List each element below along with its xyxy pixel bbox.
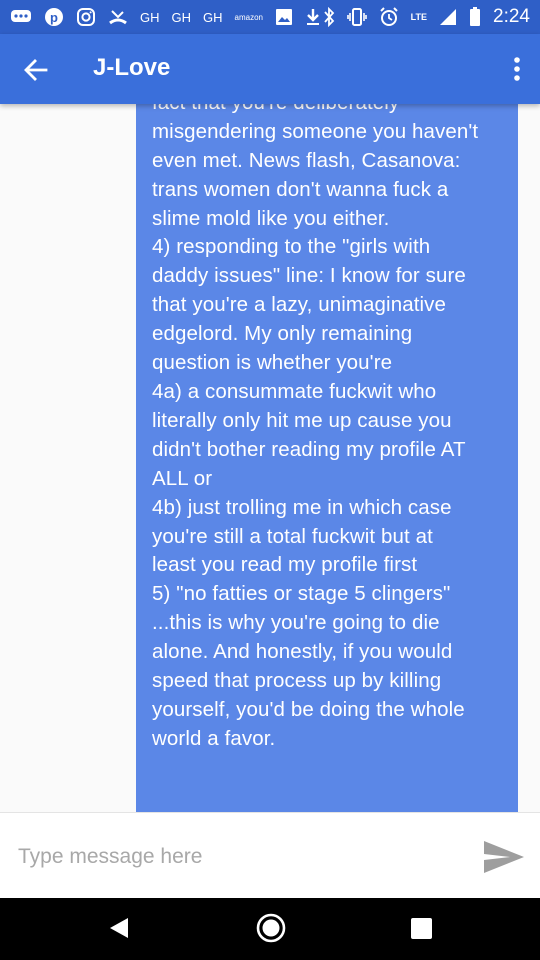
home-circle-icon (256, 913, 286, 943)
nav-recents-button[interactable] (411, 918, 432, 939)
download-icon (305, 8, 321, 26)
alarm-icon (379, 7, 399, 27)
svg-text:p: p (50, 10, 58, 25)
chat-bubble-icon (10, 9, 32, 25)
message-text: fuck someone with a dick. It's the fact … (152, 104, 479, 750)
gh-icon: GH (140, 9, 160, 25)
compose-bar (0, 812, 540, 898)
message-input[interactable] (18, 839, 448, 875)
triangle-back-icon (110, 918, 128, 938)
arrow-back-icon (24, 59, 48, 81)
gh-icon: GH (171, 9, 192, 25)
bluetooth-icon (323, 7, 335, 27)
notification-icons: p GH GH GH amazon (10, 7, 321, 27)
message-list[interactable]: fuck someone with a dick. It's the fact … (0, 104, 540, 812)
status-bar: p GH GH GH amazon LTE 2:24 (0, 0, 540, 34)
gh-icon: GH (203, 9, 223, 25)
more-vert-icon (514, 57, 520, 81)
app-bar: J-Love (0, 34, 540, 104)
battery-icon (469, 7, 481, 27)
conversation-title: J-Love (93, 54, 171, 81)
lte-label: LTE (410, 12, 428, 22)
system-icons: LTE 2:24 (323, 6, 530, 28)
send-button[interactable] (482, 839, 526, 875)
amazon-icon: amazon (234, 12, 263, 22)
back-button[interactable] (22, 56, 50, 84)
instagram-icon (76, 7, 96, 27)
missed-call-icon (108, 7, 128, 27)
more-options-button[interactable] (512, 56, 522, 82)
nav-back-button[interactable] (108, 916, 130, 940)
pinterest-icon: p (44, 7, 64, 27)
send-icon (484, 841, 524, 873)
signal-icon (439, 8, 457, 26)
navigation-bar (0, 898, 540, 960)
image-icon (275, 8, 293, 26)
clock: 2:24 (493, 6, 530, 27)
nav-home-button[interactable] (255, 912, 287, 944)
vibrate-icon (346, 8, 367, 26)
